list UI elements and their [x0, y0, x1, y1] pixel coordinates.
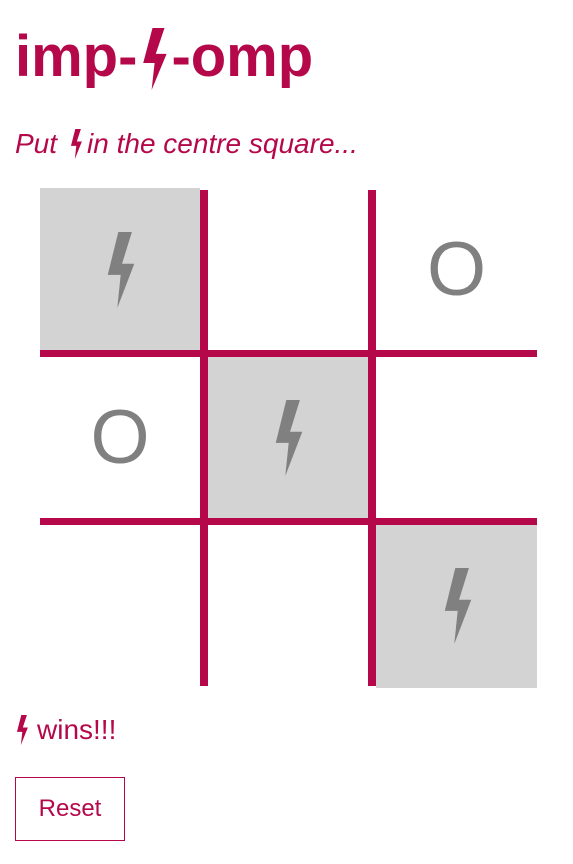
instruction-prefix: Put: [15, 128, 58, 159]
board-cell-2-1[interactable]: O: [40, 356, 200, 520]
lightning-bolt-icon: [107, 232, 135, 308]
page-title: imp- -omp: [15, 22, 313, 92]
reset-button[interactable]: Reset: [15, 777, 125, 841]
title-prefix: imp-: [15, 24, 138, 89]
lightning-bolt-icon: [444, 568, 471, 644]
board-cell-1-2[interactable]: [208, 188, 368, 352]
grid-line-vertical-2: [368, 190, 376, 686]
status-text: wins!!!: [37, 714, 117, 745]
board-cell-3-2[interactable]: [208, 524, 368, 688]
o-mark: O: [426, 227, 487, 312]
grid-line-horizontal-1: [40, 350, 537, 357]
grid-line-horizontal-2: [40, 518, 537, 525]
status-message: wins!!!: [15, 710, 116, 750]
title-suffix: -omp: [171, 24, 314, 89]
board-cell-1-1[interactable]: [40, 188, 200, 352]
board-cell-2-2[interactable]: [208, 356, 368, 520]
lightning-bolt-icon: [70, 129, 82, 159]
board-cell-3-3[interactable]: [376, 524, 537, 688]
instruction-suffix: in the centre square...: [87, 128, 358, 159]
lightning-bolt-icon: [143, 28, 168, 90]
grid-line-vertical-1: [200, 190, 208, 686]
game-board: OO: [40, 188, 537, 688]
board-cell-1-3[interactable]: O: [376, 188, 537, 352]
lightning-bolt-icon: [16, 715, 28, 745]
board-cell-3-1[interactable]: [40, 524, 200, 688]
board-cell-2-3[interactable]: [376, 356, 537, 520]
instruction-text: Put in the centre square...: [15, 124, 358, 164]
lightning-bolt-icon: [275, 400, 303, 476]
o-mark: O: [90, 395, 150, 480]
